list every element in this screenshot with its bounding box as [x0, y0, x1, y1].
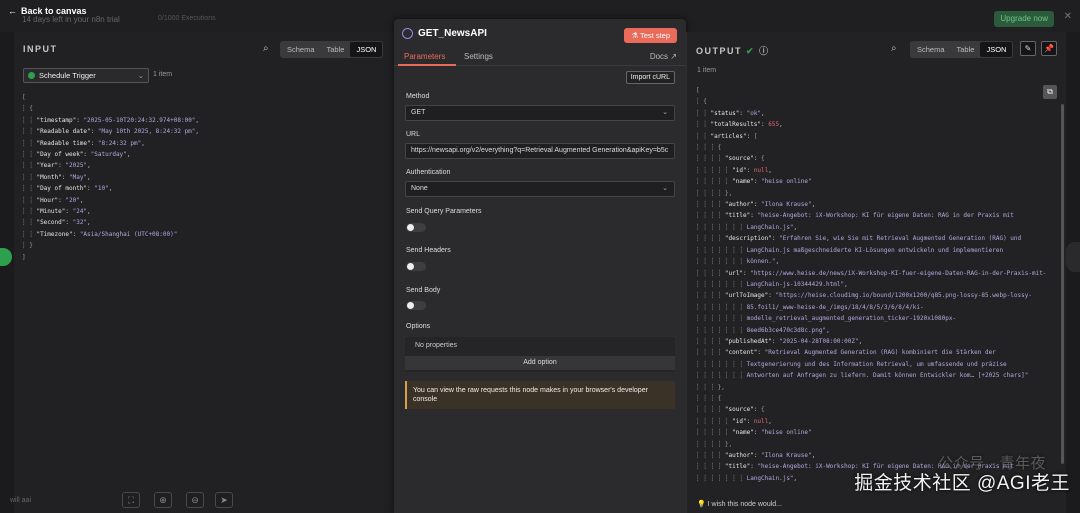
arrow-left-icon: ←: [8, 6, 17, 16]
trigger-select[interactable]: Schedule Trigger ⌄: [23, 68, 149, 83]
chevron-down-icon: ⌄: [137, 71, 144, 80]
fit-view-icon[interactable]: ⛶: [122, 492, 140, 508]
trigger-label: Schedule Trigger: [39, 71, 96, 80]
output-tab-schema[interactable]: Schema: [911, 42, 951, 57]
flask-icon: ⚗: [631, 31, 640, 40]
wish-text: I wish this node would...: [707, 501, 782, 508]
feedback-link[interactable]: 💡 I wish this node would...: [697, 500, 782, 508]
test-step-label: Test step: [639, 31, 670, 40]
node-panel: GET_NewsAPI ⚗ Test step Parameters Setti…: [394, 19, 686, 513]
output-tab-json[interactable]: JSON: [980, 42, 1013, 57]
node-header: GET_NewsAPI: [402, 28, 487, 39]
upgrade-button[interactable]: Upgrade now: [994, 11, 1054, 27]
node-name[interactable]: GET_NewsAPI: [418, 28, 487, 39]
authentication-select[interactable]: None ⌄: [405, 181, 675, 197]
external-link-icon: ↗: [670, 52, 677, 61]
send-body-label: Send Body: [406, 287, 441, 294]
developer-console-notice: You can view the raw requests this node …: [405, 381, 675, 409]
output-item-count: 1 item: [697, 67, 717, 74]
lightbulb-icon: 💡: [697, 501, 708, 508]
active-tab-indicator: [398, 64, 456, 66]
scrollbar[interactable]: [1061, 104, 1064, 464]
import-curl-button[interactable]: Import cURL: [625, 71, 675, 84]
input-view-switch: Schema Table JSON: [280, 41, 384, 58]
watermark-juejin: 掘金技术社区 @AGI老王: [854, 473, 1070, 494]
success-check-icon: ✔: [746, 46, 756, 56]
add-option-button[interactable]: Add option: [405, 356, 675, 370]
send-body-toggle[interactable]: [406, 301, 426, 310]
url-input[interactable]: https://newsapi.org/v2/everything?q=Retr…: [405, 143, 675, 159]
pin-icon[interactable]: 📌: [1041, 41, 1057, 56]
no-properties-text: No properties: [415, 342, 458, 349]
user-label[interactable]: will aai: [10, 497, 31, 504]
input-panel: INPUT ⌕ Schema Table JSON Schedule Trigg…: [14, 32, 395, 513]
method-label: Method: [406, 93, 430, 100]
tab-settings[interactable]: Settings: [464, 52, 493, 61]
options-box: No properties Add option: [405, 337, 675, 372]
trial-text: 14 days left in your n8n trial: [22, 15, 120, 24]
edit-pencil-icon[interactable]: ✎: [1020, 41, 1036, 56]
input-json: [ ┊ { ┊ ┊ "timestamp": "2025-05-10T20:24…: [22, 94, 200, 261]
side-tab-left[interactable]: [0, 248, 12, 266]
authentication-label: Authentication: [406, 169, 451, 176]
test-step-button[interactable]: ⚗ Test step: [624, 28, 677, 43]
output-tab-table[interactable]: Table: [951, 42, 981, 57]
input-title: INPUT: [23, 44, 58, 54]
trigger-status-icon: [28, 72, 35, 79]
url-label: URL: [406, 131, 421, 138]
globe-icon: [402, 28, 413, 39]
close-icon[interactable]: ✕: [1064, 11, 1072, 22]
send-query-toggle[interactable]: [406, 223, 426, 232]
zoom-out-icon[interactable]: ⊖: [186, 492, 204, 508]
search-icon[interactable]: ⌕: [891, 43, 897, 54]
cursor-icon[interactable]: ➤: [215, 492, 233, 508]
docs-link[interactable]: Docs ↗: [650, 52, 677, 61]
input-tab-table[interactable]: Table: [321, 42, 351, 57]
send-headers-label: Send Headers: [406, 247, 451, 254]
send-query-label: Send Query Parameters: [406, 208, 482, 215]
chevron-down-icon: ⌄: [662, 185, 668, 192]
node-tabs: Parameters Settings Docs ↗: [394, 49, 686, 66]
method-value: GET: [411, 109, 426, 116]
tab-parameters[interactable]: Parameters: [404, 52, 445, 61]
send-headers-toggle[interactable]: [406, 262, 426, 271]
executions-text: 0/1000 Executions: [158, 15, 216, 22]
output-title: OUTPUT: [696, 46, 742, 56]
method-select[interactable]: GET ⌄: [405, 105, 675, 121]
search-icon[interactable]: ⌕: [263, 43, 269, 54]
side-tab-right[interactable]: [1066, 242, 1080, 272]
options-label: Options: [406, 323, 431, 330]
info-icon: ⓘ: [759, 46, 770, 56]
input-tab-schema[interactable]: Schema: [281, 42, 321, 57]
output-title-row: OUTPUT ✔ ⓘ: [696, 44, 770, 57]
output-json: [ ┊ { ┊ ┊ "status": "ok", ┊ ┊ "totalResu…: [696, 87, 1047, 482]
authentication-value: None: [411, 185, 428, 192]
output-panel: OUTPUT ✔ ⓘ ⌕ Schema Table JSON ✎ 📌 1 ite…: [686, 32, 1066, 513]
input-item-count: 1 item: [153, 71, 173, 78]
docs-label: Docs: [649, 52, 669, 61]
chevron-down-icon: ⌄: [662, 109, 668, 116]
output-view-switch: Schema Table JSON: [910, 41, 1014, 58]
zoom-in-icon[interactable]: ⊕: [154, 492, 172, 508]
input-tab-json[interactable]: JSON: [350, 42, 383, 57]
